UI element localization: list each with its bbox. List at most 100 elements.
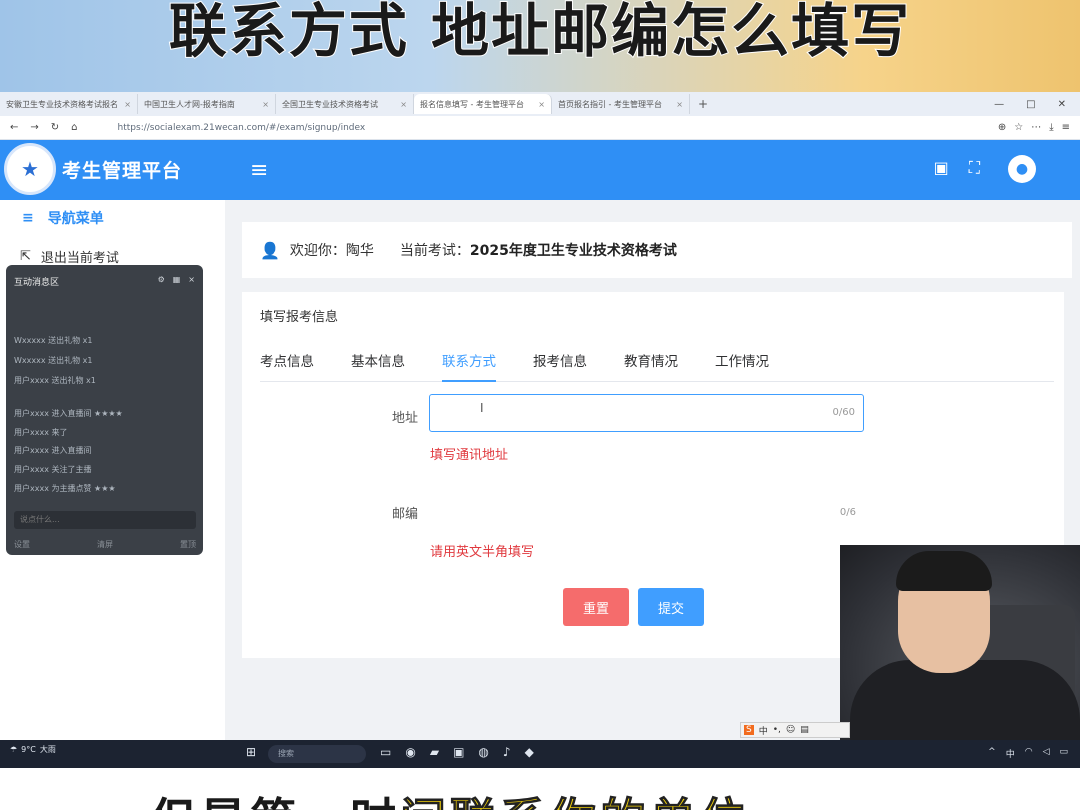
browser-tab[interactable]: 全国卫生专业技术资格考试 × (276, 94, 414, 114)
volume-icon[interactable]: ◁ (1043, 747, 1050, 760)
maximize-icon[interactable]: □ (1026, 99, 1035, 110)
chat-footer-item[interactable]: 清屏 (97, 539, 113, 550)
presenter-hair (896, 551, 992, 591)
tab-label: 中国卫生人才网-报考指南 (144, 99, 235, 109)
lock-icon[interactable]: ▣ (934, 158, 949, 178)
hamburger-icon[interactable]: ≡ (250, 158, 268, 183)
window-controls: — □ ✕ (994, 99, 1080, 110)
battery-icon[interactable]: ▭ (1059, 747, 1068, 760)
home-icon[interactable]: ⌂ (71, 122, 77, 133)
header-actions: ▣ ⛶ (934, 158, 980, 178)
zip-count: 0/6 (839, 507, 856, 518)
exam-name: 2025年度卫生专业技术资格考试 (469, 243, 677, 259)
nav-menu-title[interactable]: ≡ 导航菜单 (22, 208, 104, 228)
ime-mode[interactable]: 中 (759, 724, 768, 737)
ime-emoji-icon[interactable]: ☺ (786, 725, 795, 735)
browser-tab[interactable]: 安徽卫生专业技术资格考试报名 × (0, 94, 138, 114)
close-icon[interactable]: × (538, 100, 545, 109)
window-close-icon[interactable]: ✕ (1058, 99, 1066, 110)
app-icon[interactable]: ♪ (503, 745, 511, 759)
chat-message: Wxxxxx 送出礼物 x1 (14, 336, 93, 345)
chat-title: 互动消息区 (14, 278, 60, 288)
close-icon[interactable]: × (124, 100, 131, 109)
taskbar-search[interactable]: 搜索 (268, 745, 366, 763)
more-icon[interactable]: ⋯ (1031, 122, 1041, 133)
taskbar-apps: ⊞ (246, 745, 256, 759)
back-icon[interactable]: ← (10, 122, 18, 133)
taskbar: ☂ 9°C 大雨 ⊞ 搜索 ▭ ◉ ▰ ▣ ◍ ♪ ◆ ^ 中 ◠ ◁ ▭ (0, 740, 1080, 768)
welcome-bar: 👤 欢迎你： 陶华 当前考试： 2025年度卫生专业技术资格考试 (242, 222, 1072, 278)
form-tabs: 考点信息 基本信息 联系方式 报考信息 教育情况 工作情况 (260, 354, 1054, 382)
chat-message: Wxxxxx 送出礼物 x1 (14, 356, 93, 365)
reload-icon[interactable]: ↻ (51, 122, 59, 133)
close-icon[interactable]: × (676, 100, 683, 109)
submit-button[interactable]: 提交 (638, 588, 704, 626)
menu-lines-icon: ≡ (22, 210, 34, 226)
app-icon[interactable]: ◆ (525, 745, 534, 759)
browser-address-bar: ← → ↻ ⌂ https://socialexam.21wecan.com/#… (0, 116, 1080, 140)
tab-contact[interactable]: 联系方式 (442, 354, 496, 382)
presenter-body (850, 660, 1080, 745)
chat-message: 用户xxxx 进入直播间 (14, 446, 92, 455)
app-icon[interactable]: ▭ (380, 745, 391, 759)
browser-nav: ← → ↻ ⌂ (0, 122, 88, 133)
chat-footer-item[interactable]: 设置 (14, 539, 30, 550)
chat-message: 用户xxxx 为主播点赞 ★★★ (14, 484, 116, 493)
new-tab-button[interactable]: + (690, 97, 716, 111)
browser-tab-active[interactable]: 报名信息填写 - 考生管理平台 × (414, 94, 552, 114)
exit-exam-link[interactable]: ⇱ 退出当前考试 (20, 247, 119, 266)
chat-message: 用户xxxx 关注了主播 (14, 465, 92, 474)
greet-label: 欢迎你： (289, 243, 346, 259)
wifi-icon[interactable]: ◠ (1025, 747, 1033, 760)
chevron-up-icon[interactable]: ^ (988, 747, 996, 760)
tray-lang[interactable]: 中 (1006, 747, 1015, 760)
caption-part: 但是第一时 (150, 793, 400, 810)
extension-icons: ⊕ ☆ ⋯ ⤓ ≡ (998, 122, 1080, 133)
chat-footer: 设置 清屏 置顶 (14, 539, 196, 550)
reset-button[interactable]: 重置 (563, 588, 629, 626)
zip-hint: 请用英文半角填写 (430, 545, 535, 560)
weather-desc: 大雨 (39, 745, 56, 754)
browser-icon[interactable]: ◉ (405, 745, 415, 759)
grid-icon[interactable]: ▦ (173, 275, 181, 284)
address-input[interactable]: I 0/60 (429, 394, 864, 432)
browser-tab[interactable]: 中国卫生人才网-报考指南 × (138, 94, 276, 114)
zip-input[interactable]: 0/6 (429, 497, 864, 527)
tab-work[interactable]: 工作情况 (715, 354, 769, 382)
star-icon[interactable]: ☆ (1014, 122, 1023, 133)
user-icon: 👤 (260, 240, 280, 260)
settings-icon[interactable]: ⚙ (158, 275, 165, 284)
chat-message: 用户xxxx 送出礼物 x1 (14, 376, 96, 385)
bottom-caption: 但是第一时间联系你的单位 (150, 784, 750, 810)
tab-education[interactable]: 教育情况 (624, 354, 678, 382)
avatar-icon[interactable]: ● (1008, 155, 1036, 183)
app-icon[interactable]: ◍ (478, 745, 488, 759)
tab-exam-info[interactable]: 报考信息 (533, 354, 587, 382)
zoom-icon[interactable]: ⊕ (998, 122, 1006, 133)
chat-close-icon[interactable]: × (188, 275, 195, 284)
forward-icon[interactable]: → (30, 122, 38, 133)
tab-label: 报名信息填写 - 考生管理平台 (420, 99, 524, 109)
chat-message: 用户xxxx 进入直播间 ★★★★ (14, 409, 123, 418)
tab-basic-info[interactable]: 基本信息 (351, 354, 405, 382)
weather-widget[interactable]: ☂ 9°C 大雨 (10, 744, 56, 755)
tab-exam-site[interactable]: 考点信息 (260, 354, 314, 382)
bottom-caption-banner: 但是第一时间联系你的单位 (0, 768, 1080, 810)
download-icon[interactable]: ⤓ (1049, 122, 1053, 133)
chat-footer-item[interactable]: 置顶 (180, 539, 196, 550)
fullscreen-icon[interactable]: ⛶ (969, 158, 980, 178)
app-icon[interactable]: ▣ (453, 745, 464, 759)
ime-punct-icon[interactable]: •, (773, 725, 781, 735)
url-field[interactable]: https://socialexam.21wecan.com/#/exam/si… (118, 123, 366, 133)
ime-toolbar: S 中 •, ☺ ▤ (740, 722, 850, 738)
close-icon[interactable]: × (262, 100, 269, 109)
chat-input[interactable]: 说点什么... (14, 511, 196, 529)
menu-icon[interactable]: ≡ (1062, 122, 1070, 133)
folder-icon[interactable]: ▰ (430, 745, 439, 759)
browser-tab[interactable]: 首页报名指引 - 考生管理平台 × (552, 94, 690, 114)
caption-highlight: 间联系你的 (400, 793, 650, 810)
close-icon[interactable]: × (400, 100, 407, 109)
start-icon[interactable]: ⊞ (246, 745, 256, 759)
minimize-icon[interactable]: — (994, 99, 1004, 110)
ime-keyboard-icon[interactable]: ▤ (800, 725, 809, 735)
